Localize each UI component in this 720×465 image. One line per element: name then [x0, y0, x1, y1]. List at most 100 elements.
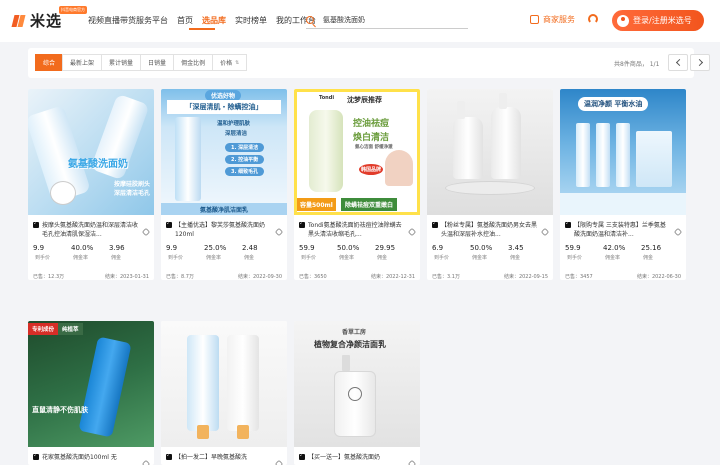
product-image[interactable] — [427, 89, 553, 215]
commission-label: 佣金 — [510, 255, 521, 261]
merchant-label: 商家服务 — [543, 15, 575, 24]
product-card[interactable]: 专利成份 纯植萃 直鼠清静不伤肌肤 花家氨基酸洗面奶100ml 无 — [28, 321, 154, 465]
sort-tab-label: 综合 — [43, 60, 56, 67]
sort-tab-comprehensive[interactable]: 综合 — [35, 54, 64, 71]
sort-tab-price[interactable]: 价格 ⇅ — [212, 54, 248, 71]
sort-tab-newest[interactable]: 最新上架 — [62, 54, 103, 71]
end-date: 结束：2022-09-15 — [503, 274, 548, 280]
commission-label: 佣金 — [643, 255, 654, 261]
sort-caret-icon: ⇅ — [235, 59, 240, 66]
image-caption: 温润净颜 平衡水油 — [578, 97, 649, 111]
product-card[interactable]: 【拍一发二】早晚氨基酸洗 — [161, 321, 287, 465]
end-date: 结束：2023-01-31 — [104, 274, 149, 280]
search-icon[interactable] — [306, 16, 314, 24]
product-title[interactable]: 【拍一发二】早晚氨基酸洗 — [175, 453, 272, 465]
product-title[interactable]: 按摩头氨基酸洗面奶温和深层清洁收毛孔控油清肌保湿洁... — [42, 221, 139, 239]
link-icon[interactable] — [407, 227, 417, 237]
douyin-icon — [166, 452, 172, 460]
logo-text: 米选 — [30, 12, 63, 30]
product-title[interactable]: 【粉丝专属】氨基酸洗面奶男女去黑头温和深层补水控油... — [441, 221, 538, 239]
product-image[interactable]: Tondi 沈梦辰推荐 控油祛痘 焕白清洁 氨心洁面 舒缓净澈 韩国品牌 容量5… — [294, 89, 420, 215]
product-card[interactable]: 氨基酸洗面奶 按摩硅胶刷头 深层清洁毛孔 按摩头氨基酸洗面奶温和深层清洁收毛孔控… — [28, 89, 154, 280]
commission-label: 佣金 — [244, 255, 255, 261]
prev-page-button[interactable] — [668, 54, 688, 71]
product-image[interactable]: 温润净颜 平衡水油 — [560, 89, 686, 215]
login-label: 登录/注册米选号 — [633, 16, 692, 25]
link-icon[interactable] — [274, 459, 284, 465]
price-value: 59.9 — [565, 244, 581, 252]
shop-icon — [530, 15, 539, 24]
product-card[interactable]: 【粉丝专属】氨基酸洗面奶男女去黑头温和深层补水控油... 6.9 到手价 50.0… — [427, 89, 553, 280]
product-title[interactable]: Tondi氨基酸洗面奶祛痘控油除螨去黑头清洁收缩毛孔... — [308, 221, 405, 239]
product-card[interactable]: 优选好物 「深层清肌・除螨控油」 温和护理肌肤 深层清洁 1. 深层清洁 2. … — [161, 89, 287, 280]
product-title[interactable]: 【主播优选】黎芙莎氨基酸洗面奶120ml — [175, 221, 272, 239]
image-caption: 「深层清肌・除螨控油」 — [167, 100, 281, 114]
card-footer: 已售：3650 结束：2022-12-31 — [294, 261, 420, 280]
douyin-icon — [166, 220, 172, 228]
product-image[interactable]: 专利成份 纯植萃 直鼠清静不伤肌肤 — [28, 321, 154, 447]
image-caption: 韩国品牌 — [359, 164, 384, 175]
douyin-icon — [299, 220, 305, 228]
commission-label: 佣金 — [111, 255, 122, 261]
product-image[interactable]: 氨基酸洗面奶 按摩硅胶刷头 深层清洁毛孔 — [28, 89, 154, 215]
end-date: 结束：2022-06-30 — [636, 274, 681, 280]
link-icon[interactable] — [141, 227, 151, 237]
image-caption: 除螨祛痘双重嫩白 — [341, 198, 398, 211]
image-caption: 控油祛痘 — [353, 119, 390, 129]
link-icon[interactable] — [407, 459, 417, 465]
product-stats: 6.9 到手价 50.0% 佣金率 3.45 佣金 — [427, 237, 553, 261]
product-card[interactable]: 温润净颜 平衡水油 【限购专属 三支装特惠】兰季氨基酸洗面奶温和清洁补... 5… — [560, 89, 686, 280]
link-icon[interactable] — [141, 459, 151, 465]
sort-tab-total-sales[interactable]: 累计销量 — [101, 54, 142, 71]
sold-count: 已售：3.1万 — [432, 274, 460, 280]
image-caption: 专利成份 — [28, 323, 59, 335]
sort-tab-commission-rate[interactable]: 佣金比例 — [173, 54, 214, 71]
nav-product-library[interactable]: 选品库 — [202, 15, 226, 26]
user-icon — [617, 14, 629, 27]
rate-value: 50.0% — [470, 244, 493, 252]
product-title[interactable]: 【买一送一】氨基酸洗面奶 — [308, 453, 405, 465]
sort-tab-label: 累计销量 — [109, 60, 134, 67]
douyin-icon — [432, 220, 438, 228]
merchant-service-link[interactable]: 商家服务 — [530, 14, 575, 25]
nav-home[interactable]: 首页 — [177, 15, 193, 26]
douyin-icon — [299, 452, 305, 460]
link-icon[interactable] — [540, 227, 550, 237]
sort-tab-label: 价格 — [220, 60, 233, 67]
price-value: 59.9 — [299, 244, 315, 252]
product-card[interactable]: 香草工房 植物复合净颜洁面乳 【买一送一】氨基酸洗面奶 — [294, 321, 420, 465]
logo[interactable]: 米选 抖音电商官方 — [12, 6, 87, 31]
rate-value: 42.0% — [603, 244, 626, 252]
product-image[interactable]: 香草工房 植物复合净颜洁面乳 — [294, 321, 420, 447]
rate-label: 佣金率 — [339, 255, 355, 261]
search-input[interactable] — [323, 16, 463, 24]
logo-tag: 抖音电商官方 — [59, 6, 87, 14]
product-image[interactable] — [161, 321, 287, 447]
card-footer: 已售：3.1万 结束：2022-09-15 — [427, 261, 553, 280]
login-register-button[interactable]: 登录/注册米选号 — [612, 10, 704, 31]
headset-icon[interactable] — [588, 14, 598, 24]
product-stats: 9.9 到手价 40.0% 佣金率 3.96 佣金 — [28, 237, 154, 261]
price-label: 到手价 — [168, 255, 184, 261]
image-caption: 植物复合净颜洁面乳 — [314, 340, 386, 349]
product-card[interactable]: Tondi 沈梦辰推荐 控油祛痘 焕白清洁 氨心洁面 舒缓净澈 韩国品牌 容量5… — [294, 89, 420, 280]
product-title[interactable]: 【限购专属 三支装特惠】兰季氨基酸洗面奶温和清洁补... — [574, 221, 671, 239]
douyin-icon — [33, 220, 39, 228]
link-icon[interactable] — [274, 227, 284, 237]
rate-label: 佣金率 — [206, 255, 222, 261]
commission-label: 佣金 — [377, 255, 388, 261]
next-page-button[interactable] — [690, 54, 710, 71]
nav-live-ranking[interactable]: 实时榜单 — [235, 15, 267, 26]
commission-value: 29.95 — [375, 244, 396, 252]
sort-tab-daily-sales[interactable]: 日销量 — [140, 54, 175, 71]
rate-value: 40.0% — [71, 244, 94, 252]
sort-tab-label: 日销量 — [148, 60, 167, 67]
product-stats: 9.9 到手价 25.0% 佣金率 2.48 佣金 — [161, 237, 287, 261]
product-stats: 59.9 到手价 42.0% 佣金率 25.16 佣金 — [560, 237, 686, 261]
product-stats: 59.9 到手价 50.0% 佣金率 29.95 佣金 — [294, 237, 420, 261]
link-icon[interactable] — [673, 227, 683, 237]
commission-value: 2.48 — [242, 244, 258, 252]
image-caption: 氨基酸洗面奶 — [68, 159, 128, 170]
product-image[interactable]: 优选好物 「深层清肌・除螨控油」 温和护理肌肤 深层清洁 1. 深层清洁 2. … — [161, 89, 287, 215]
product-title[interactable]: 花家氨基酸洗面奶100ml 无 — [42, 453, 139, 465]
